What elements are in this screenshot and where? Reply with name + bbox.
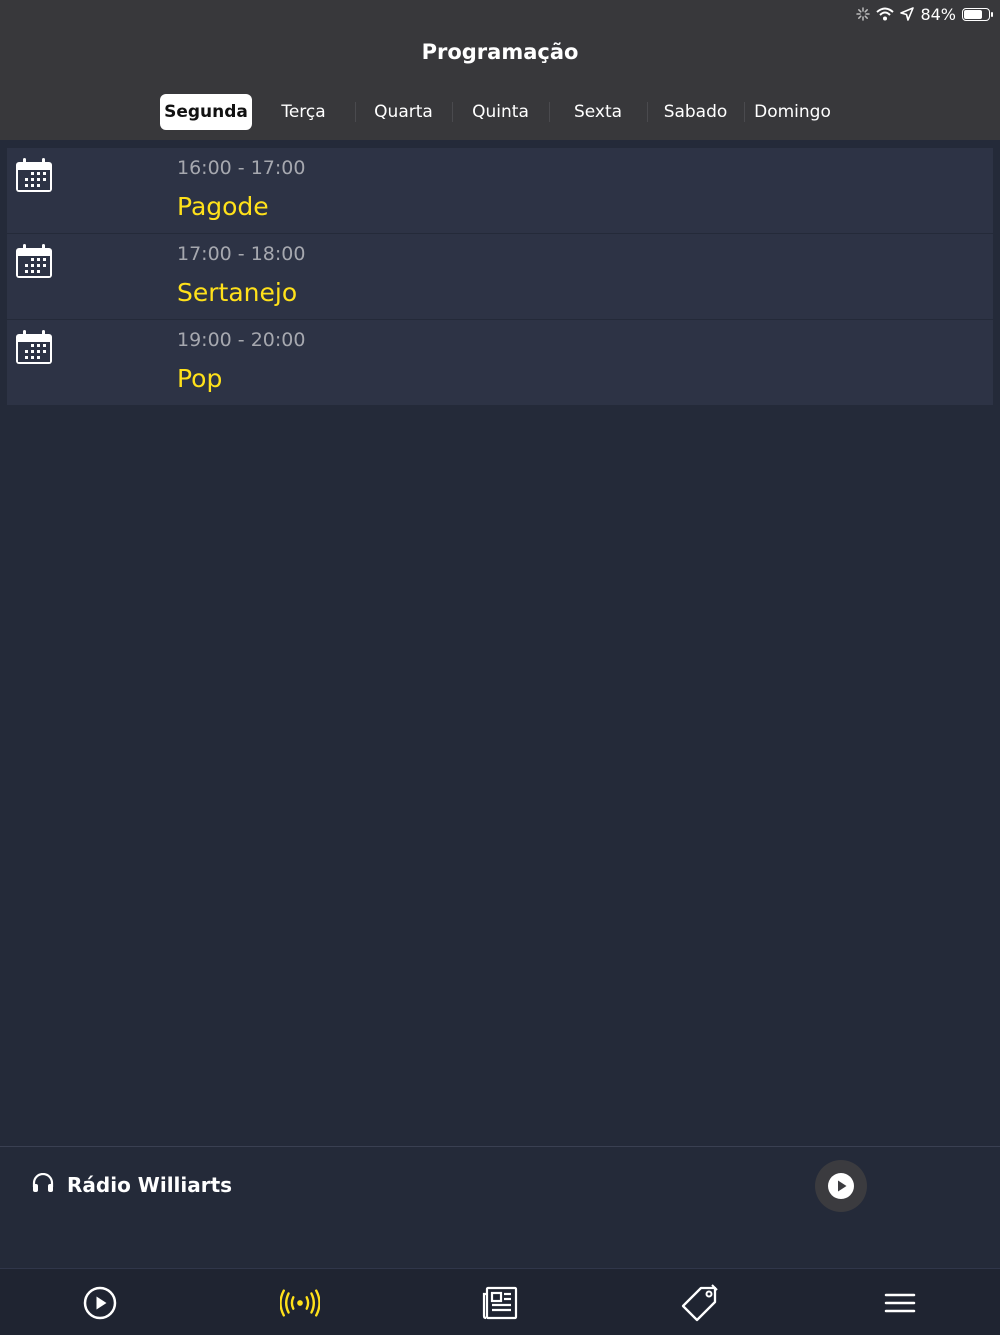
tab-label: Segunda [164, 102, 248, 122]
tab-quarta[interactable]: Quarta [355, 94, 452, 130]
schedule-program-name: Pop [177, 364, 223, 393]
schedule-time: 17:00 - 18:00 [177, 243, 306, 265]
tab-player[interactable] [80, 1283, 120, 1323]
headphones-icon [32, 1173, 54, 1192]
battery-percentage: 84% [920, 4, 956, 24]
tab-segunda[interactable]: Segunda [160, 94, 252, 130]
page-title: Programação [421, 40, 579, 64]
location-arrow-icon [900, 7, 915, 21]
now-playing-bar: Rádio Williarts [0, 1146, 1000, 1267]
wifi-icon [876, 7, 895, 21]
tab-sexta[interactable]: Sexta [549, 94, 647, 130]
play-icon [828, 1173, 854, 1199]
tab-live[interactable] [280, 1283, 320, 1323]
tab-quinta[interactable]: Quinta [452, 94, 549, 130]
tab-label: Quinta [472, 102, 529, 122]
schedule-time: 16:00 - 17:00 [177, 157, 306, 179]
tab-news[interactable] [480, 1283, 520, 1323]
tab-offers[interactable] [680, 1283, 720, 1323]
schedule-item[interactable]: 19:00 - 20:00 Pop [7, 320, 993, 406]
station-name: Rádio Williarts [67, 1173, 233, 1197]
play-circle-icon [83, 1286, 117, 1320]
play-button[interactable] [815, 1160, 867, 1212]
schedule-item[interactable]: 17:00 - 18:00 Sertanejo [7, 234, 993, 320]
day-tabs: Segunda Terça Quarta Quinta Sexta Sabado… [160, 94, 841, 130]
newspaper-icon [482, 1286, 518, 1320]
schedule-program-name: Sertanejo [177, 278, 298, 307]
menu-icon [884, 1293, 916, 1313]
schedule-time: 19:00 - 20:00 [177, 329, 306, 351]
schedule-item[interactable]: 16:00 - 17:00 Pagode [7, 148, 993, 234]
tab-label: Sexta [573, 102, 623, 122]
tab-label: Quarta [374, 102, 433, 122]
battery-icon [962, 7, 993, 21]
tab-label: Domingo [754, 102, 831, 122]
calendar-icon [16, 244, 52, 278]
calendar-icon [16, 158, 52, 192]
radio-broadcast-icon [280, 1289, 320, 1317]
status-bar: 84% [856, 4, 993, 24]
tab-sabado[interactable]: Sabado [647, 94, 744, 130]
schedule-list: 16:00 - 17:00 Pagode 17:00 - 18:00 Serta… [7, 148, 993, 406]
tab-label: Terça [281, 102, 326, 122]
activity-spinner-icon [856, 7, 871, 21]
tag-icon [681, 1284, 718, 1322]
header: 84% Programação Segunda Terça Quarta Qui… [0, 0, 1000, 140]
tab-menu[interactable] [880, 1283, 920, 1323]
tab-terca[interactable]: Terça [252, 94, 355, 130]
tab-domingo[interactable]: Domingo [744, 94, 841, 130]
calendar-icon [16, 330, 52, 364]
tab-label: Sabado [663, 102, 728, 122]
schedule-program-name: Pagode [177, 192, 269, 221]
bottom-tab-bar [0, 1268, 1000, 1335]
